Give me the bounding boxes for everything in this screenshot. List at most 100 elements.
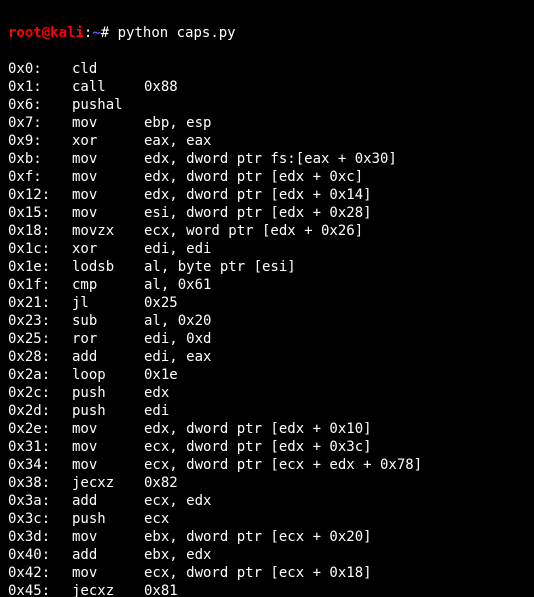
asm-mnemonic: push bbox=[72, 510, 144, 528]
asm-address: 0x2a: bbox=[8, 366, 72, 384]
asm-mnemonic: mov bbox=[72, 186, 144, 204]
asm-line: 0x2e:movedx, dword ptr [edx + 0x10] bbox=[8, 420, 526, 438]
asm-line: 0x3d:movebx, dword ptr [ecx + 0x20] bbox=[8, 528, 526, 546]
asm-address: 0x3c: bbox=[8, 510, 72, 528]
asm-mnemonic: movzx bbox=[72, 222, 144, 240]
prompt-host: kali bbox=[50, 25, 84, 41]
asm-operands: ebx, edx bbox=[144, 546, 211, 564]
asm-address: 0x15: bbox=[8, 204, 72, 222]
asm-operands: edx bbox=[144, 384, 169, 402]
asm-address: 0x3a: bbox=[8, 492, 72, 510]
asm-operands: edx, dword ptr [edx + 0x10] bbox=[144, 420, 372, 438]
asm-mnemonic: sub bbox=[72, 312, 144, 330]
asm-mnemonic: mov bbox=[72, 564, 144, 582]
asm-line: 0x23:subal, 0x20 bbox=[8, 312, 526, 330]
asm-operands: 0x1e bbox=[144, 366, 178, 384]
asm-operands: esi, dword ptr [edx + 0x28] bbox=[144, 204, 372, 222]
asm-mnemonic: cld bbox=[72, 60, 144, 78]
asm-line: 0x28:addedi, eax bbox=[8, 348, 526, 366]
asm-mnemonic: lodsb bbox=[72, 258, 144, 276]
asm-line: 0x6:pushal bbox=[8, 96, 526, 114]
asm-mnemonic: mov bbox=[72, 150, 144, 168]
asm-mnemonic: xor bbox=[72, 240, 144, 258]
asm-address: 0x6: bbox=[8, 96, 72, 114]
asm-line: 0x2a:loop0x1e bbox=[8, 366, 526, 384]
asm-address: 0x0: bbox=[8, 60, 72, 78]
disassembly-output: 0x0:cld0x1:call0x880x6:pushal0x7:movebp,… bbox=[8, 60, 526, 597]
asm-line: 0xf:movedx, dword ptr [edx + 0xc] bbox=[8, 168, 526, 186]
asm-mnemonic: mov bbox=[72, 456, 144, 474]
asm-mnemonic: pushal bbox=[72, 96, 144, 114]
terminal[interactable]: root@kali:~# python caps.py 0x0:cld0x1:c… bbox=[0, 0, 534, 597]
asm-line: 0x2d:pushedi bbox=[8, 402, 526, 420]
asm-line: 0x3a:addecx, edx bbox=[8, 492, 526, 510]
asm-address: 0xf: bbox=[8, 168, 72, 186]
asm-address: 0x1: bbox=[8, 78, 72, 96]
asm-address: 0x2d: bbox=[8, 402, 72, 420]
asm-mnemonic: push bbox=[72, 402, 144, 420]
asm-operands: ecx, dword ptr [ecx + 0x18] bbox=[144, 564, 372, 582]
asm-address: 0xb: bbox=[8, 150, 72, 168]
asm-address: 0x40: bbox=[8, 546, 72, 564]
asm-operands: edx, dword ptr [edx + 0xc] bbox=[144, 168, 363, 186]
asm-operands: eax, eax bbox=[144, 132, 211, 150]
asm-line: 0x7:movebp, esp bbox=[8, 114, 526, 132]
asm-address: 0x38: bbox=[8, 474, 72, 492]
prompt-at: @ bbox=[42, 25, 50, 41]
asm-mnemonic: jecxz bbox=[72, 474, 144, 492]
asm-mnemonic: ror bbox=[72, 330, 144, 348]
asm-mnemonic: add bbox=[72, 348, 144, 366]
asm-operands: ebx, dword ptr [ecx + 0x20] bbox=[144, 528, 372, 546]
asm-address: 0x7: bbox=[8, 114, 72, 132]
asm-line: 0x3c:pushecx bbox=[8, 510, 526, 528]
asm-address: 0x18: bbox=[8, 222, 72, 240]
asm-operands: 0x81 bbox=[144, 582, 178, 597]
asm-mnemonic: mov bbox=[72, 204, 144, 222]
asm-address: 0x9: bbox=[8, 132, 72, 150]
asm-operands: ecx, word ptr [edx + 0x26] bbox=[144, 222, 363, 240]
asm-address: 0x2c: bbox=[8, 384, 72, 402]
asm-address: 0x1f: bbox=[8, 276, 72, 294]
asm-address: 0x1e: bbox=[8, 258, 72, 276]
prompt-path: ~ bbox=[92, 25, 100, 41]
asm-mnemonic: add bbox=[72, 546, 144, 564]
asm-line: 0x1:call0x88 bbox=[8, 78, 526, 96]
asm-operands: al, 0x20 bbox=[144, 312, 211, 330]
asm-address: 0x42: bbox=[8, 564, 72, 582]
prompt-line: root@kali:~# python caps.py bbox=[8, 24, 526, 42]
asm-operands: edi bbox=[144, 402, 169, 420]
asm-mnemonic: call bbox=[72, 78, 144, 96]
asm-mnemonic: xor bbox=[72, 132, 144, 150]
asm-mnemonic: mov bbox=[72, 528, 144, 546]
asm-operands: 0x82 bbox=[144, 474, 178, 492]
asm-operands: 0x25 bbox=[144, 294, 178, 312]
asm-mnemonic: mov bbox=[72, 168, 144, 186]
asm-address: 0x3d: bbox=[8, 528, 72, 546]
asm-line: 0x1c:xoredi, edi bbox=[8, 240, 526, 258]
asm-line: 0x1e:lodsbal, byte ptr [esi] bbox=[8, 258, 526, 276]
asm-mnemonic: push bbox=[72, 384, 144, 402]
asm-operands: al, byte ptr [esi] bbox=[144, 258, 296, 276]
asm-line: 0x0:cld bbox=[8, 60, 526, 78]
asm-mnemonic: mov bbox=[72, 438, 144, 456]
asm-operands: edi, edi bbox=[144, 240, 211, 258]
asm-address: 0x1c: bbox=[8, 240, 72, 258]
asm-address: 0x12: bbox=[8, 186, 72, 204]
asm-line: 0x38:jecxz0x82 bbox=[8, 474, 526, 492]
asm-line: 0x2c:pushedx bbox=[8, 384, 526, 402]
asm-address: 0x45: bbox=[8, 582, 72, 597]
asm-address: 0x34: bbox=[8, 456, 72, 474]
asm-mnemonic: jl bbox=[72, 294, 144, 312]
prompt-end: # bbox=[101, 25, 118, 41]
asm-operands: edi, 0xd bbox=[144, 330, 211, 348]
asm-operands: edi, eax bbox=[144, 348, 211, 366]
asm-mnemonic: mov bbox=[72, 114, 144, 132]
asm-line: 0x9:xoreax, eax bbox=[8, 132, 526, 150]
asm-mnemonic: loop bbox=[72, 366, 144, 384]
asm-line: 0x15:movesi, dword ptr [edx + 0x28] bbox=[8, 204, 526, 222]
asm-operands: ecx, edx bbox=[144, 492, 211, 510]
asm-line: 0x31:movecx, dword ptr [edx + 0x3c] bbox=[8, 438, 526, 456]
asm-operands: edx, dword ptr [edx + 0x14] bbox=[144, 186, 372, 204]
asm-line: 0x18:movzxecx, word ptr [edx + 0x26] bbox=[8, 222, 526, 240]
asm-address: 0x23: bbox=[8, 312, 72, 330]
